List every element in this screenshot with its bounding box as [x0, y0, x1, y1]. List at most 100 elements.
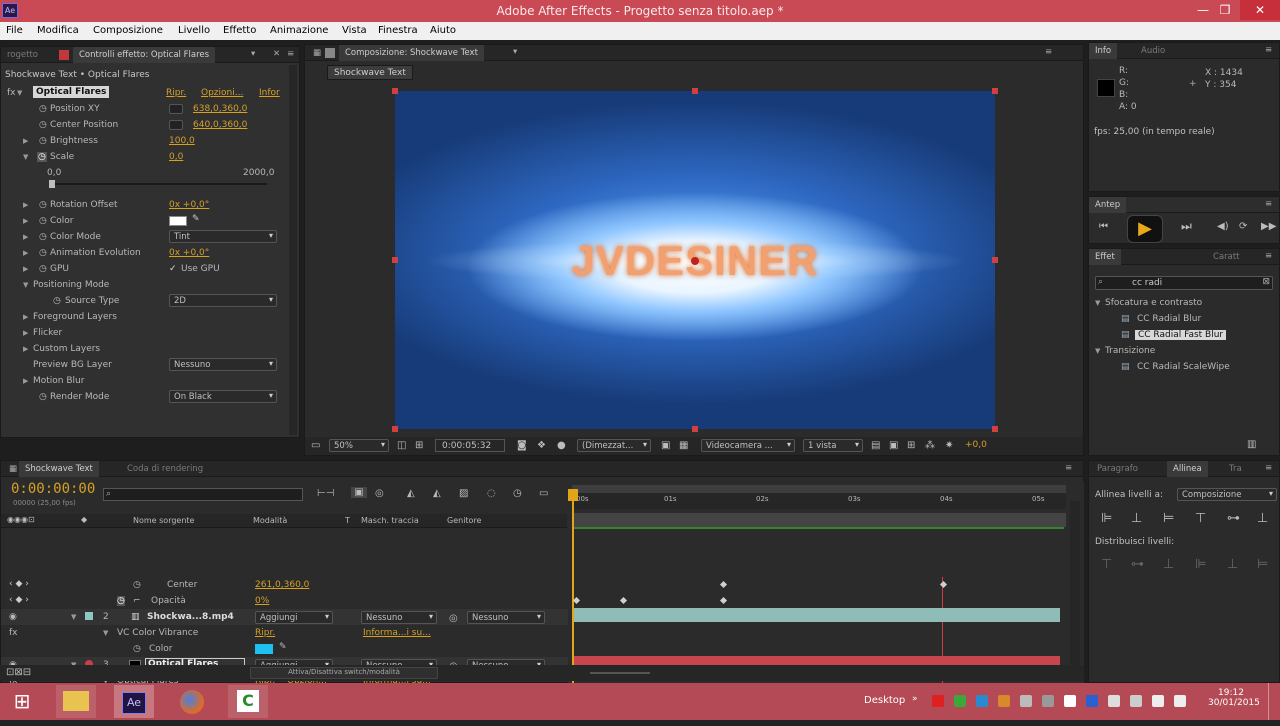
- next-frame-icon[interactable]: ⏭: [1181, 219, 1192, 234]
- grid-icon[interactable]: ▭: [311, 440, 320, 451]
- firefox-icon[interactable]: [172, 685, 212, 718]
- layer-handle[interactable]: [992, 426, 998, 432]
- list-item[interactable]: ▤ CC Radial Blur: [1089, 311, 1279, 327]
- tab-composition[interactable]: Composizione: Shockwave Text: [339, 45, 484, 61]
- source-type-select[interactable]: 2D: [169, 294, 277, 307]
- prop-value[interactable]: 0x +0,0°: [169, 248, 209, 258]
- stopwatch-icon[interactable]: ◷: [53, 296, 61, 306]
- menu-vista[interactable]: Vista: [342, 25, 367, 36]
- distribute-vcenter-icon[interactable]: ⊶: [1131, 557, 1144, 572]
- expand-icon[interactable]: ▼: [1095, 299, 1100, 307]
- col-track-matte[interactable]: Masch. traccia: [361, 516, 419, 525]
- stopwatch-icon[interactable]: ◷: [39, 216, 47, 226]
- align-vcenter-icon[interactable]: ⊶: [1227, 511, 1240, 526]
- share-icon[interactable]: ⁂: [925, 440, 935, 451]
- comp-mini-icon[interactable]: ⊢⊣: [317, 488, 334, 499]
- distribute-bottom-icon[interactable]: ⊥: [1163, 557, 1174, 572]
- graph-icon[interactable]: ⌐: [133, 596, 141, 606]
- col-mode[interactable]: Modalità: [253, 516, 287, 525]
- close-button[interactable]: ✕: [1240, 0, 1280, 20]
- prop-value[interactable]: 0,0: [169, 152, 183, 162]
- panel-menu-icon[interactable]: ≡: [1265, 463, 1272, 473]
- parent-select[interactable]: Nessuno: [467, 611, 545, 624]
- stopwatch-icon[interactable]: ◷: [37, 152, 47, 162]
- layer-handle[interactable]: [992, 257, 998, 263]
- panel-menu-icon[interactable]: ≡: [1265, 45, 1272, 55]
- layer-handle[interactable]: [992, 88, 998, 94]
- stopwatch-icon[interactable]: ◷: [39, 200, 47, 210]
- lock-icon[interactable]: [325, 48, 335, 58]
- comp-subtab[interactable]: Shockwave Text: [327, 65, 413, 80]
- views-select[interactable]: 1 vista: [803, 439, 863, 452]
- expand-icon[interactable]: ▶: [23, 233, 28, 241]
- expand-icon[interactable]: ▶: [23, 249, 28, 257]
- expand-icon[interactable]: ▶: [23, 265, 28, 273]
- tray-icon[interactable]: [1130, 695, 1142, 707]
- exposure-value[interactable]: +0,0: [965, 440, 987, 450]
- new-folder-icon[interactable]: ▥: [1247, 439, 1256, 450]
- chevron-down-icon[interactable]: ▾: [513, 47, 517, 57]
- flowchart-icon[interactable]: ⊞: [907, 440, 915, 451]
- eye-icon[interactable]: ◉: [9, 612, 17, 622]
- clock[interactable]: 19:12 30/01/2015: [1208, 688, 1260, 708]
- menu-livello[interactable]: Livello: [178, 25, 210, 36]
- color-mode-select[interactable]: Tint: [169, 230, 277, 243]
- fx-icon[interactable]: fx: [7, 88, 16, 98]
- audio-icon[interactable]: ◀): [1217, 221, 1229, 232]
- gpu-checkbox-label[interactable]: Use GPU: [181, 264, 220, 274]
- tab-tracker[interactable]: Tra: [1223, 461, 1248, 477]
- distribute-hcenter-icon[interactable]: ⊥: [1227, 557, 1238, 572]
- file-explorer-icon[interactable]: [56, 685, 96, 718]
- tab-effects[interactable]: Effet: [1089, 249, 1121, 265]
- panel-menu-icon[interactable]: ≡: [1045, 47, 1052, 57]
- keyframe[interactable]: [619, 596, 628, 605]
- tab-info[interactable]: Info: [1089, 43, 1118, 59]
- label-color[interactable]: [85, 612, 93, 620]
- align-right-icon[interactable]: ⊨: [1163, 511, 1174, 526]
- expand-icon[interactable]: ▶: [23, 137, 28, 145]
- color-icon[interactable]: ●: [557, 440, 566, 451]
- tab-effect-controls[interactable]: Controlli effetto: Optical Flares: [73, 47, 216, 63]
- scale-slider[interactable]: [51, 183, 267, 185]
- tab-timeline[interactable]: Shockwave Text: [19, 461, 99, 477]
- menu-modifica[interactable]: Modifica: [37, 25, 79, 36]
- slider-handle[interactable]: [49, 180, 55, 188]
- eyedropper-icon[interactable]: ✎: [279, 642, 287, 652]
- distribute-top-icon[interactable]: ⊤: [1101, 557, 1112, 572]
- volume-icon[interactable]: [1174, 695, 1186, 707]
- resolution-select[interactable]: (Dimezzat...: [577, 439, 651, 452]
- play-icon[interactable]: ▶: [1127, 215, 1163, 243]
- timeline-search-input[interactable]: ⌕: [103, 488, 303, 501]
- stopwatch-icon[interactable]: ◷: [39, 136, 47, 146]
- col-t[interactable]: T: [345, 516, 350, 525]
- align-top-icon[interactable]: ⊤: [1195, 511, 1206, 526]
- loop-icon[interactable]: ⟳: [1239, 221, 1247, 232]
- timecode[interactable]: 0:00:00:00: [11, 481, 95, 497]
- shy-icon[interactable]: ◎: [375, 488, 384, 499]
- toggle-icon[interactable]: ▣: [889, 440, 898, 451]
- prop-value[interactable]: 0x +0,0°: [169, 200, 209, 210]
- col-parent[interactable]: Genitore: [447, 516, 481, 525]
- about-link[interactable]: Informa...i su...: [363, 628, 431, 638]
- list-item-selected[interactable]: ▤ CC Radial Fast Blur: [1089, 327, 1279, 343]
- keyframe-nav-icon[interactable]: ‹ ◆ ›: [9, 595, 29, 605]
- layer-handle[interactable]: [392, 257, 398, 263]
- tab-project[interactable]: rogetto: [1, 47, 44, 63]
- toggle-switches-button[interactable]: Attiva/Disattiva switch/modalità: [250, 667, 438, 679]
- panel-menu-icon[interactable]: ≡: [1065, 463, 1072, 473]
- effect-row[interactable]: fx ▼ Optical Flares Ripr. Opzioni... Inf…: [1, 85, 299, 101]
- graph-editor-icon[interactable]: ◌: [487, 488, 496, 499]
- motion-blur-icon[interactable]: ◭: [433, 488, 441, 499]
- tray-icon[interactable]: [976, 695, 988, 707]
- expand-icon[interactable]: ▶: [23, 217, 28, 225]
- prop-value[interactable]: 100,0: [169, 136, 195, 146]
- reset-link[interactable]: Ripr.: [166, 88, 186, 98]
- expand-icon[interactable]: ▼: [23, 281, 28, 289]
- work-area[interactable]: [572, 513, 1066, 527]
- desktop-label[interactable]: Desktop: [864, 695, 905, 706]
- scrollbar[interactable]: [289, 65, 297, 435]
- keyframe[interactable]: [719, 596, 728, 605]
- stopwatch-icon[interactable]: ◷: [39, 392, 47, 402]
- prop-value[interactable]: 638,0,360,0: [193, 104, 247, 114]
- network-icon[interactable]: [1152, 695, 1164, 707]
